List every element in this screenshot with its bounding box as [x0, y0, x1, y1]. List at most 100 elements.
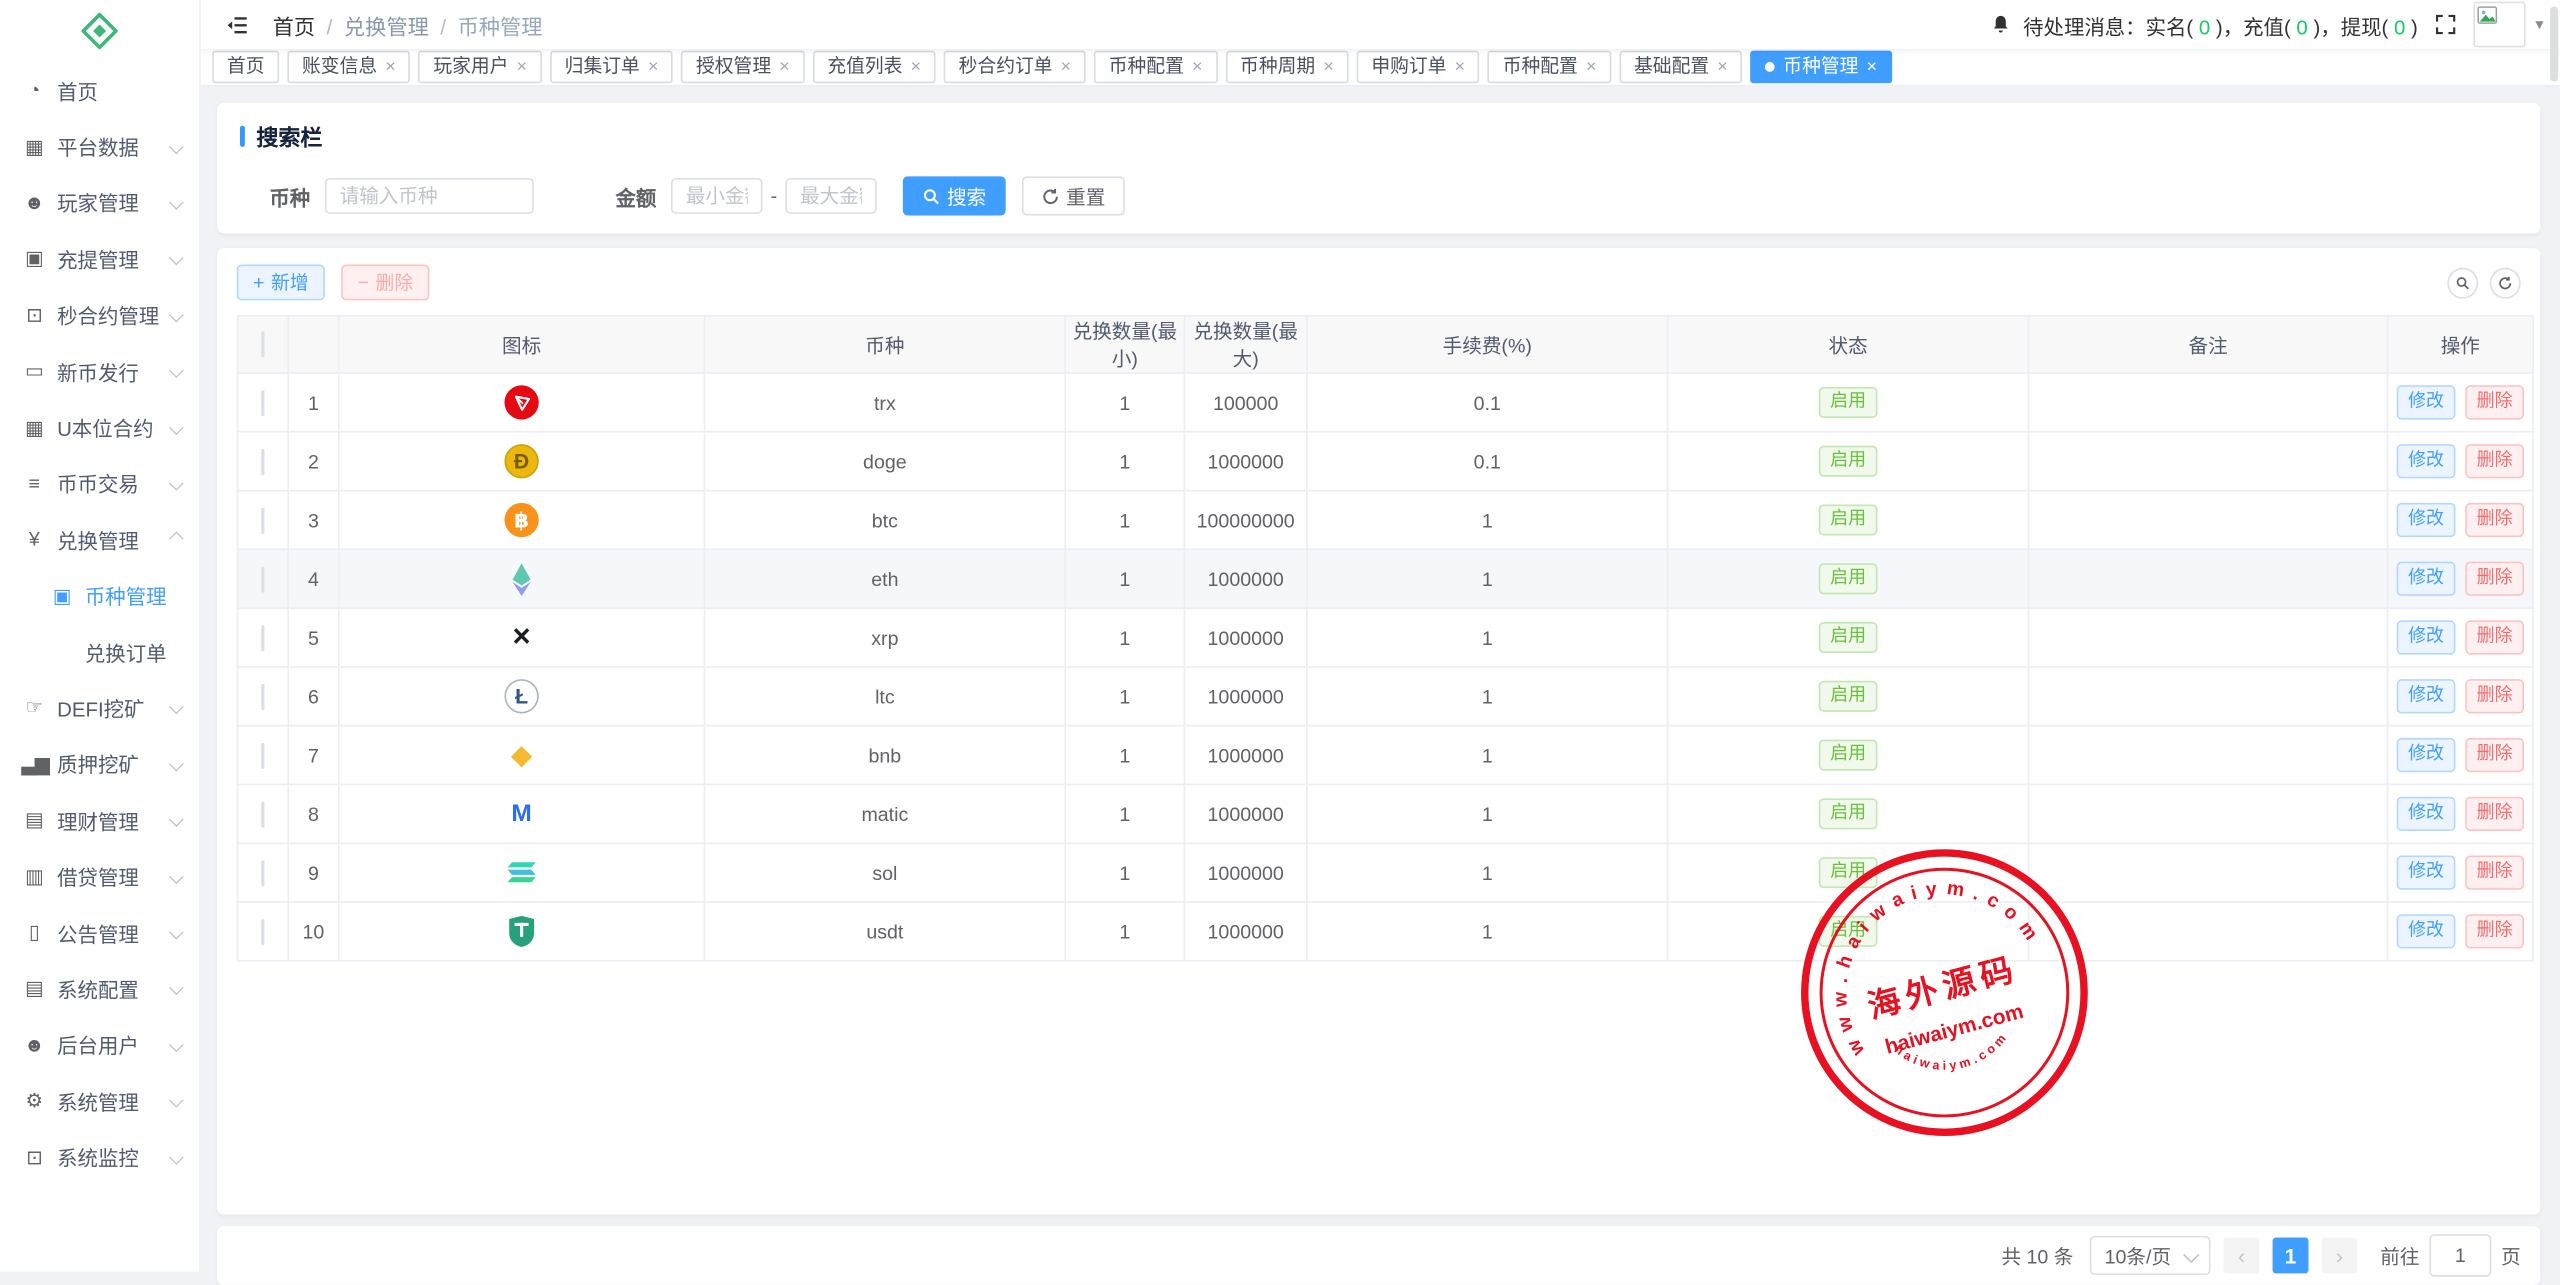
- sidebar-item-exchange-manage[interactable]: ¥兑换管理: [0, 511, 199, 567]
- edit-button[interactable]: 修改: [2397, 386, 2456, 419]
- row-checkbox[interactable]: [261, 860, 264, 886]
- delete-button[interactable]: − 删除: [341, 264, 429, 300]
- tab-账变信息[interactable]: 账变信息×: [287, 51, 410, 84]
- menu-fold-icon[interactable]: [225, 12, 249, 36]
- min-amount-input[interactable]: [671, 178, 762, 214]
- prev-page-button[interactable]: ‹: [2224, 1238, 2260, 1274]
- tab-归集订单[interactable]: 归集订单×: [550, 51, 673, 84]
- goto-page-input[interactable]: [2429, 1234, 2491, 1276]
- row-checkbox[interactable]: [261, 801, 264, 827]
- delete-row-button[interactable]: 删除: [2465, 562, 2524, 595]
- tab-基础配置[interactable]: 基础配置×: [1619, 51, 1742, 84]
- tab-币种周期[interactable]: 币种周期×: [1225, 51, 1348, 84]
- edit-button[interactable]: 修改: [2397, 680, 2456, 713]
- tab-币种配置[interactable]: 币种配置×: [1488, 51, 1611, 84]
- close-icon[interactable]: ×: [648, 58, 659, 76]
- coin-input[interactable]: [325, 178, 534, 214]
- delete-row-button[interactable]: 删除: [2465, 915, 2524, 948]
- tab-币种管理[interactable]: 币种管理×: [1751, 51, 1892, 84]
- delete-row-button[interactable]: 删除: [2465, 797, 2524, 830]
- tab-玩家用户[interactable]: 玩家用户×: [419, 51, 542, 84]
- close-icon[interactable]: ×: [779, 58, 790, 76]
- tab-授权管理[interactable]: 授权管理×: [681, 51, 804, 84]
- sidebar-item-platform-data[interactable]: ▦平台数据: [0, 118, 199, 174]
- breadcrumb-item[interactable]: 首页: [273, 14, 315, 38]
- row-checkbox[interactable]: [261, 624, 264, 650]
- tab-币种配置[interactable]: 币种配置×: [1094, 51, 1217, 84]
- add-button[interactable]: + 新增: [237, 264, 325, 300]
- sidebar-item-system-monitor[interactable]: ⊡系统监控: [0, 1129, 199, 1185]
- close-icon[interactable]: ×: [1323, 58, 1334, 76]
- row-checkbox[interactable]: [261, 683, 264, 709]
- close-icon[interactable]: ×: [385, 58, 396, 76]
- bell-icon[interactable]: [1990, 13, 2011, 36]
- tab-申购订单[interactable]: 申购订单×: [1357, 51, 1480, 84]
- edit-button[interactable]: 修改: [2397, 445, 2456, 478]
- row-checkbox[interactable]: [261, 389, 264, 415]
- delete-row-button[interactable]: 删除: [2465, 386, 2524, 419]
- fullscreen-icon[interactable]: [2434, 13, 2457, 36]
- delete-row-button[interactable]: 删除: [2465, 621, 2524, 654]
- sidebar-item-lending-manage[interactable]: ▥借贷管理: [0, 848, 199, 904]
- breadcrumb-item[interactable]: 币种管理: [458, 14, 543, 38]
- close-icon[interactable]: ×: [1867, 58, 1878, 76]
- edit-button[interactable]: 修改: [2397, 562, 2456, 595]
- tab-首页[interactable]: 首页: [212, 51, 279, 84]
- row-checkbox[interactable]: [261, 507, 264, 533]
- tab-充值列表[interactable]: 充值列表×: [813, 51, 936, 84]
- close-icon[interactable]: ×: [1061, 58, 1072, 76]
- scrollbar-thumb[interactable]: [2549, 7, 2557, 82]
- sidebar-item-system-config[interactable]: ▤系统配置: [0, 960, 199, 1016]
- sidebar-item-spot-trading[interactable]: ≡币币交易: [0, 455, 199, 511]
- close-icon[interactable]: ×: [1717, 58, 1728, 76]
- close-icon[interactable]: ×: [1455, 58, 1466, 76]
- edit-button[interactable]: 修改: [2397, 621, 2456, 654]
- close-icon[interactable]: ×: [1192, 58, 1203, 76]
- edit-button[interactable]: 修改: [2397, 856, 2456, 889]
- reset-button[interactable]: 重置: [1022, 176, 1125, 215]
- row-checkbox[interactable]: [261, 918, 264, 944]
- delete-row-button[interactable]: 删除: [2465, 738, 2524, 771]
- breadcrumb-item[interactable]: 兑换管理: [344, 14, 429, 38]
- toggle-search-button[interactable]: [2447, 267, 2478, 298]
- delete-row-button[interactable]: 删除: [2465, 445, 2524, 478]
- chevron-down-icon[interactable]: ▾: [2535, 16, 2543, 34]
- row-checkbox[interactable]: [261, 742, 264, 768]
- select-all-checkbox[interactable]: [261, 331, 264, 357]
- sidebar-item-announcement[interactable]: ▯公告管理: [0, 904, 199, 960]
- avatar[interactable]: [2473, 2, 2525, 48]
- refresh-table-button[interactable]: [2490, 267, 2521, 298]
- search-button[interactable]: 搜索: [903, 176, 1006, 215]
- sidebar-item-home[interactable]: ◔首页: [0, 62, 199, 118]
- sidebar-item-staking-mining[interactable]: ▃▆质押挖矿: [0, 736, 199, 792]
- sidebar-item-new-coin-issue[interactable]: ▭新币发行: [0, 343, 199, 399]
- page-size-select[interactable]: 10条/页: [2090, 1236, 2211, 1275]
- edit-button[interactable]: 修改: [2397, 915, 2456, 948]
- row-checkbox[interactable]: [261, 566, 264, 592]
- sidebar-item-seconds-contract[interactable]: ⊡秒合约管理: [0, 287, 199, 343]
- delete-row-button[interactable]: 删除: [2465, 680, 2524, 713]
- tab-秒合约订单[interactable]: 秒合约订单×: [944, 51, 1086, 84]
- sidebar-item-deposit-withdraw[interactable]: ▣充提管理: [0, 230, 199, 286]
- current-page-button[interactable]: 1: [2273, 1238, 2309, 1274]
- row-checkbox[interactable]: [261, 448, 264, 474]
- sidebar-item-exchange-orders[interactable]: 兑换订单: [0, 624, 199, 680]
- close-icon[interactable]: ×: [517, 58, 528, 76]
- sidebar-item-coin-manage[interactable]: ▣币种管理: [0, 567, 199, 623]
- max-amount-input[interactable]: [785, 178, 876, 214]
- sidebar-item-players[interactable]: ☻玩家管理: [0, 174, 199, 230]
- delete-row-button[interactable]: 删除: [2465, 856, 2524, 889]
- sidebar-item-system-manage[interactable]: ⚙系统管理: [0, 1073, 199, 1129]
- edit-button[interactable]: 修改: [2397, 797, 2456, 830]
- next-page-button[interactable]: ›: [2322, 1238, 2358, 1274]
- app-logo[interactable]: [0, 0, 199, 62]
- sidebar-item-defi-mining[interactable]: ☞DEFI挖矿: [0, 680, 199, 736]
- delete-row-button[interactable]: 删除: [2465, 503, 2524, 536]
- sidebar-item-wealth-manage[interactable]: ▤理财管理: [0, 792, 199, 848]
- edit-button[interactable]: 修改: [2397, 738, 2456, 771]
- close-icon[interactable]: ×: [1586, 58, 1597, 76]
- close-icon[interactable]: ×: [911, 58, 922, 76]
- sidebar-item-usdt-contract[interactable]: ▦U本位合约: [0, 399, 199, 455]
- sidebar-item-admin-users[interactable]: ☻后台用户: [0, 1017, 199, 1073]
- edit-button[interactable]: 修改: [2397, 503, 2456, 536]
